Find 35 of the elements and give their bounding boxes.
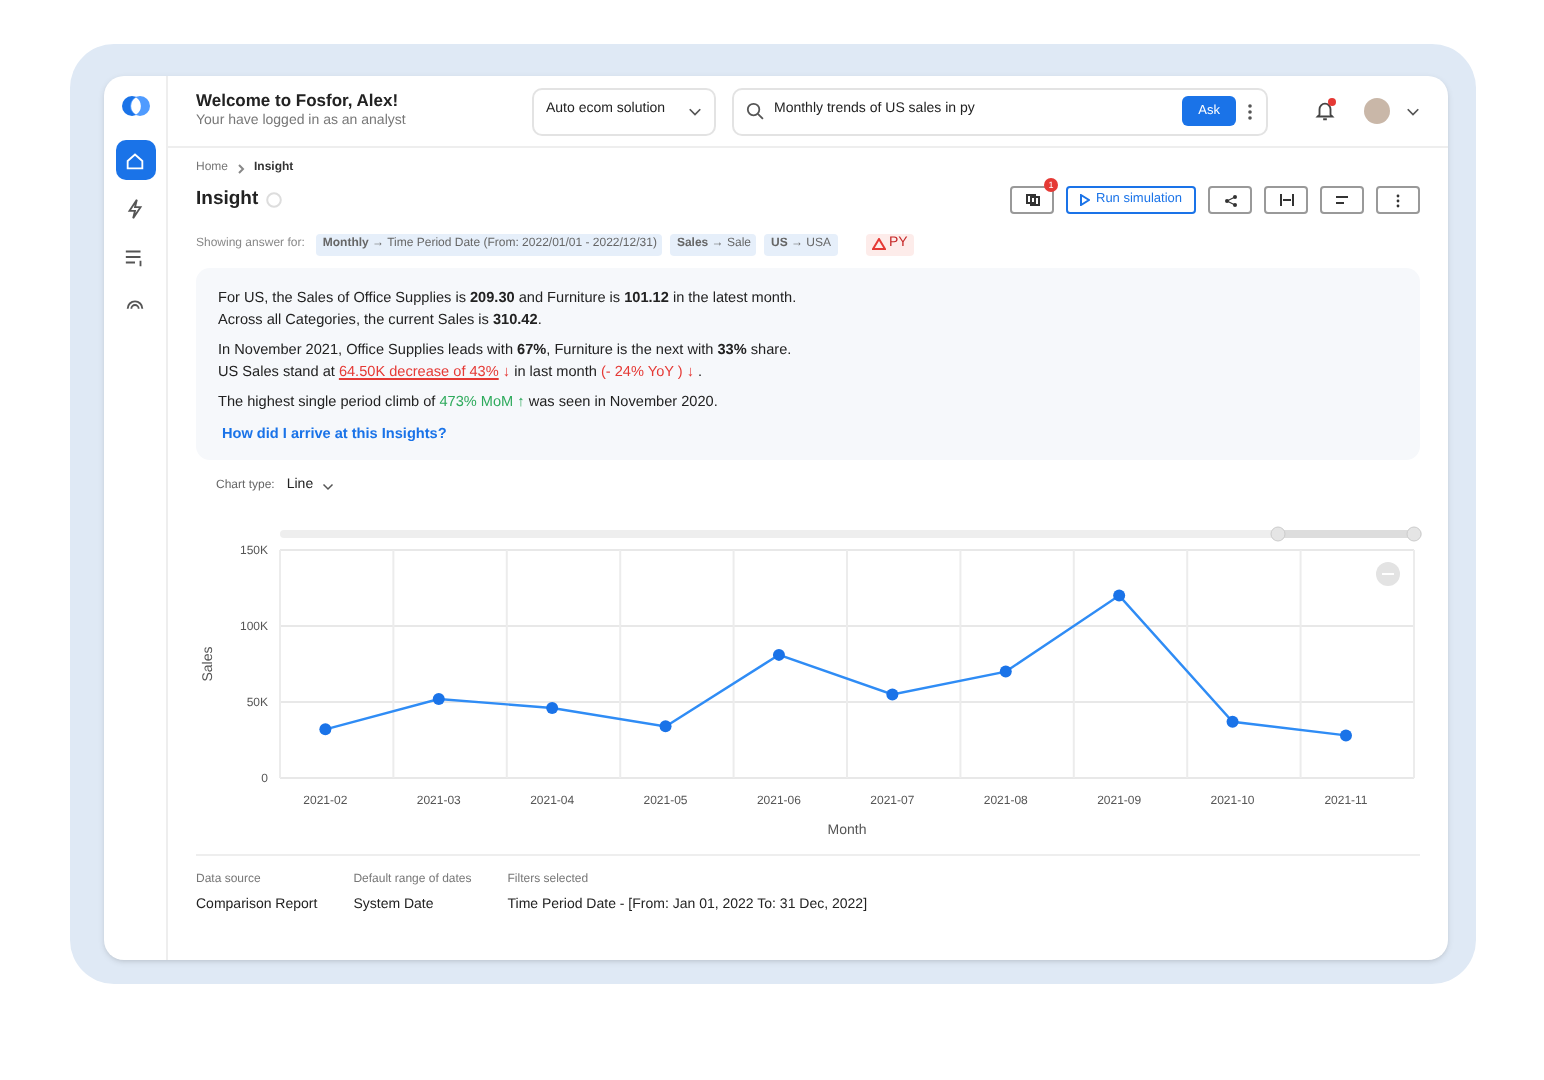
- search-icon: [746, 102, 764, 120]
- warning-icon: [871, 238, 885, 250]
- bell-icon[interactable]: [1314, 100, 1336, 122]
- sort-icon: [1335, 194, 1349, 206]
- fit-button[interactable]: [1264, 186, 1308, 214]
- copy-icon: [1025, 194, 1039, 206]
- data-point: [772, 648, 785, 661]
- data-point: [999, 665, 1012, 678]
- home-icon: [124, 149, 146, 171]
- zoom-slider[interactable]: [280, 526, 1422, 542]
- sort-button[interactable]: [1320, 186, 1364, 214]
- list-icon: [124, 245, 146, 267]
- data-point: [886, 688, 899, 701]
- chevron-right-icon: [236, 163, 247, 173]
- data-point: [659, 720, 672, 733]
- share-button[interactable]: [1208, 186, 1252, 214]
- lightning-icon: [124, 197, 146, 219]
- page-title: Insight: [196, 185, 259, 214]
- data-point: [546, 702, 559, 715]
- data-point: [319, 723, 332, 736]
- play-icon: [1080, 194, 1090, 206]
- more-button[interactable]: [1376, 186, 1420, 214]
- chevron-down-icon: [321, 480, 334, 492]
- fit-icon: [1279, 194, 1293, 206]
- welcome-title: Welcome to Fosfor, Alex!: [196, 89, 401, 112]
- data-point: [1226, 715, 1239, 728]
- data-point: [1113, 589, 1126, 602]
- chevron-down-icon: [688, 104, 702, 118]
- share-icon: [1223, 193, 1237, 207]
- data-point: [1339, 729, 1352, 742]
- sidebar-item[interactable]: [115, 140, 155, 180]
- chevron-down-icon[interactable]: [1406, 104, 1420, 118]
- logo-icon: [121, 92, 149, 120]
- data-point: [432, 692, 445, 705]
- more-icon[interactable]: [1246, 101, 1254, 121]
